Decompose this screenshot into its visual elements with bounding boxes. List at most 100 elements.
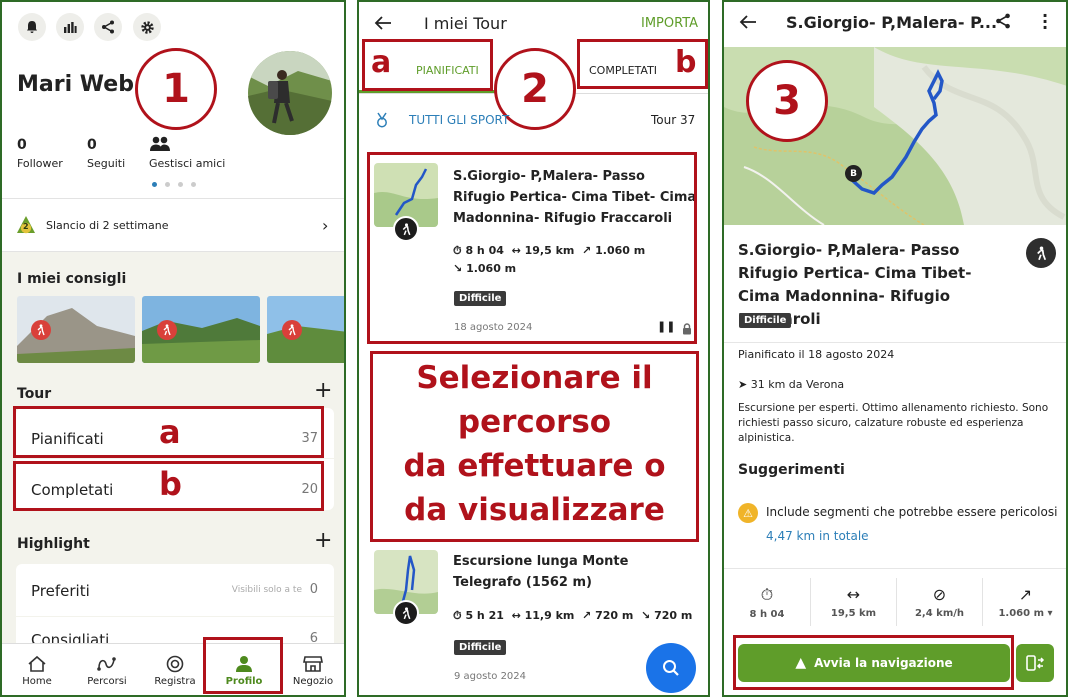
import-button[interactable]: IMPORTA — [641, 16, 698, 31]
highlight-heading: Highlight — [17, 536, 90, 552]
hiking-icon — [393, 600, 419, 626]
tour-date: 9 agosto 2024 — [454, 671, 527, 682]
streak-badge: 2 — [16, 215, 36, 235]
back-arrow-icon[interactable] — [374, 12, 392, 36]
favorites-note: Visibili solo a te — [231, 585, 302, 595]
annotation-marker-b: b — [159, 465, 182, 503]
stat-duration: ⏱ 8 h 04 — [749, 584, 785, 620]
speed-icon: ⊘ — [932, 585, 947, 604]
hiking-icon — [157, 320, 177, 340]
add-highlight-icon[interactable]: + — [314, 530, 332, 552]
hiking-icon — [1026, 238, 1056, 268]
page-dot[interactable] — [165, 182, 170, 187]
chevron-right-icon: › — [322, 216, 329, 235]
shop-icon — [303, 656, 323, 672]
followers-label[interactable]: Follower — [17, 157, 63, 170]
descent-icon: ↘ — [641, 609, 651, 622]
search-icon — [663, 660, 679, 676]
user-name: Mari Web — [17, 72, 134, 97]
tour-heading: Tour — [17, 386, 52, 402]
difficulty-chip: Difficile — [739, 313, 792, 328]
hiking-icon — [31, 320, 51, 340]
tour-title: Escursione lunga Monte Telegrafo (1562 m… — [453, 554, 629, 590]
page-dot-active[interactable] — [152, 182, 157, 187]
record-icon — [166, 655, 184, 673]
followers-count: 0 — [17, 137, 27, 153]
stat-speed: ⊘ 2,4 km/h — [896, 578, 982, 626]
instruction-text: Selezionare il percorso da effettuare o … — [403, 360, 666, 528]
chevron-down-icon: ▾ — [1047, 608, 1053, 619]
more-options-icon[interactable]: · · · — [1042, 8, 1048, 36]
search-fab[interactable] — [646, 643, 696, 693]
stats-icon[interactable] — [56, 13, 84, 41]
timer-icon: ⏱ — [760, 584, 774, 604]
following-label[interactable]: Seguiti — [87, 157, 125, 170]
warning-total-link[interactable]: 4,47 km in totale — [766, 529, 869, 543]
page-dot[interactable] — [191, 182, 196, 187]
tips-heading: I miei consigli — [17, 271, 127, 287]
streak-row[interactable]: 2 Slancio di 2 settimane › — [2, 199, 344, 251]
download-offline-button[interactable] — [1016, 644, 1054, 682]
friends-icon[interactable] — [149, 136, 171, 156]
nav-shop[interactable]: Negozio — [278, 644, 344, 695]
sport-filter[interactable]: TUTTI GLI SPORT — [409, 113, 509, 127]
tour-stats-bar: ⏱ 8 h 04 ↔ 19,5 km ⊘ 2,4 km/h ↗ 1.060 m … — [724, 578, 1066, 626]
map-marker-b: B — [845, 165, 862, 182]
distance-from: ➤ 31 km da Verona — [738, 378, 845, 391]
warning-icon: ⚠ — [738, 503, 758, 523]
favorites-row[interactable]: Preferiti Visibili solo a te 0 — [16, 564, 334, 616]
annotation-box-tour — [367, 152, 697, 344]
nav-home[interactable]: Home — [2, 644, 72, 695]
header-title: S.Giorgio- P,Malera- P... — [786, 13, 998, 32]
step-number-badge: 3 — [746, 60, 828, 142]
favorites-count: 0 — [309, 582, 318, 597]
favorites-label: Preferiti — [31, 582, 90, 600]
share-icon[interactable] — [995, 13, 1011, 33]
bottom-nav: Home Percorsi Registra Profilo Negozio — [2, 643, 344, 695]
route-icon — [97, 657, 116, 671]
stat-distance: ↔ 19,5 km — [810, 578, 896, 626]
stat-ascent[interactable]: ↗ 1.060 m ▾ — [982, 578, 1066, 626]
page-title: I miei Tour — [424, 14, 507, 33]
annotation-instruction-box: Selezionare il percorso da effettuare o … — [370, 351, 699, 542]
page-dot[interactable] — [178, 182, 183, 187]
medal-icon — [375, 112, 389, 132]
tour-count: Tour 37 — [651, 113, 696, 127]
location-arrow-icon: ➤ — [738, 378, 748, 391]
device-sync-icon — [1026, 655, 1045, 671]
annotation-marker-b: b — [675, 45, 697, 80]
add-tour-icon[interactable]: + — [314, 380, 332, 402]
nav-routes[interactable]: Percorsi — [72, 644, 142, 695]
difficulty-chip: Difficile — [454, 640, 507, 655]
step-number-badge: 1 — [135, 48, 217, 130]
tour-description: Escursione per esperti. Ottimo allenamen… — [738, 402, 1049, 444]
tour-detail-panel: S.Giorgio- P,Malera- P... · · · B 3 S.Gior… — [722, 0, 1068, 697]
back-arrow-icon[interactable] — [739, 14, 757, 34]
distance-icon: ↔ — [511, 609, 521, 622]
hiking-icon — [282, 320, 302, 340]
gear-icon[interactable] — [133, 13, 161, 41]
following-count: 0 — [87, 137, 97, 153]
tip-photo[interactable] — [267, 296, 344, 363]
profile-panel: Mari Web 1 0 Follower 0 Seguiti Gestisci… — [0, 0, 346, 697]
annotation-marker-a: a — [371, 45, 392, 80]
share-icon[interactable] — [94, 13, 122, 41]
avatar[interactable] — [248, 51, 332, 135]
timer-icon: ⏱ — [453, 609, 462, 622]
home-icon — [28, 655, 46, 672]
annotation-box-navigation — [733, 635, 1014, 690]
ascent-icon: ↗ — [582, 609, 592, 622]
ascent-icon: ↗ — [1018, 585, 1033, 604]
streak-label: Slancio di 2 settimane — [46, 219, 169, 232]
distance-icon: ↔ — [846, 585, 861, 604]
annotation-box-profile — [203, 637, 283, 694]
warning-text: Include segmenti che potrebbe essere per… — [766, 505, 1058, 519]
bell-icon[interactable] — [18, 13, 46, 41]
tour-stats: ⏱ 5 h 21 ↔ 11,9 km ↗ 720 m ↘ 720 m — [453, 609, 693, 622]
manage-friends-label[interactable]: Gestisci amici — [149, 157, 225, 170]
nav-record[interactable]: Registra — [142, 644, 208, 695]
my-tours-panel: I miei Tour IMPORTA PIANIFICATI COMPLETA… — [357, 0, 710, 697]
annotation-marker-a: a — [159, 413, 181, 451]
planned-date: Pianificato il 18 agosto 2024 — [738, 348, 895, 361]
tips-heading: Suggerimenti — [738, 462, 845, 478]
